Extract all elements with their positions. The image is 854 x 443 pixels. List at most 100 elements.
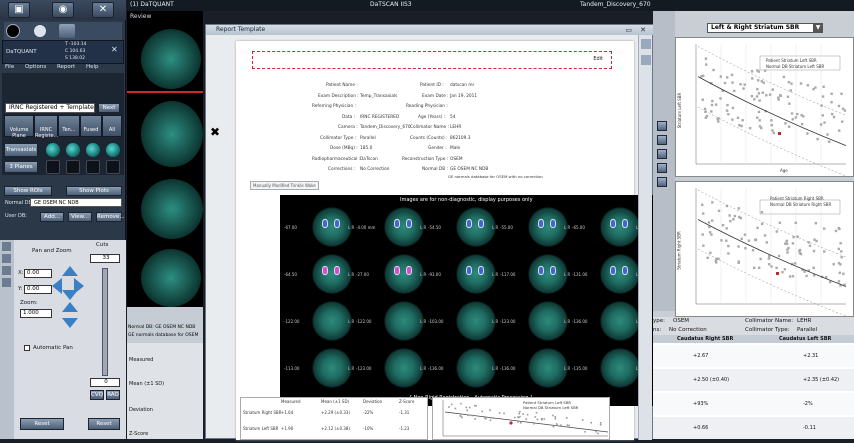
slice-image[interactable]	[384, 254, 424, 294]
slice-image[interactable]	[600, 301, 640, 341]
slice-label: -136.00	[572, 319, 588, 324]
slice-image[interactable]	[312, 348, 352, 388]
pan-icon[interactable]	[2, 266, 11, 275]
normal-db-point	[783, 268, 787, 271]
slice-image[interactable]	[312, 301, 352, 341]
x-field[interactable]: 0.00	[24, 269, 52, 278]
show-plots-button[interactable]: Show Plots	[66, 186, 122, 196]
chevron-down-icon[interactable]: ▼	[813, 23, 823, 33]
show-rois-button[interactable]: Show ROIs	[4, 186, 52, 196]
remove-db-button[interactable]: Remove...	[96, 212, 125, 222]
tab-fused[interactable]: Fused	[80, 115, 102, 137]
tab-manual[interactable]: Manually Modified Trinkle Wake	[250, 181, 319, 190]
slice-image[interactable]	[384, 301, 424, 341]
auto-pan-checkbox[interactable]	[24, 345, 30, 351]
camera-icon[interactable]: ◉	[52, 2, 74, 18]
plane-icon-4[interactable]	[106, 160, 120, 174]
next-button[interactable]: Next	[98, 103, 120, 113]
side-tool-3[interactable]	[657, 149, 667, 159]
minimize-icon[interactable]: ▭	[625, 25, 632, 35]
menu-file[interactable]: File	[5, 64, 14, 70]
slice-image[interactable]	[456, 254, 496, 294]
cvq-button[interactable]: CVQ	[90, 390, 104, 400]
tab-all[interactable]: All	[102, 115, 122, 137]
striatum-roi	[394, 219, 400, 228]
axial-slice-2[interactable]	[141, 101, 203, 167]
tab-volume-plane[interactable]: Volume Plane	[4, 115, 34, 139]
zoom-icon[interactable]	[2, 254, 11, 263]
mini-db-point	[525, 418, 528, 420]
slice-image[interactable]	[312, 207, 352, 247]
plane-icon-3[interactable]	[86, 160, 100, 174]
normal-db-point	[788, 102, 791, 105]
slice-image[interactable]	[600, 348, 640, 388]
slice-image[interactable]	[528, 254, 568, 294]
side-tool-1[interactable]	[657, 121, 667, 131]
cuts-field[interactable]: 33	[90, 254, 120, 263]
folder-icon[interactable]: ▣	[8, 2, 30, 18]
view-icon-2[interactable]	[66, 143, 80, 157]
report-scrollbar[interactable]	[638, 35, 652, 440]
measure-icon[interactable]	[2, 278, 11, 287]
reset-button[interactable]: Reset	[20, 418, 64, 430]
arrow-right-icon[interactable]	[74, 278, 84, 294]
side-tool-4[interactable]	[657, 163, 667, 173]
side-tool-5[interactable]	[657, 177, 667, 187]
close-icon[interactable]: ✕	[111, 45, 118, 54]
pointer-icon[interactable]	[2, 242, 11, 251]
view-icon-4[interactable]	[106, 143, 120, 157]
dial-icon[interactable]	[6, 24, 20, 38]
slice-image[interactable]	[600, 254, 640, 294]
plane-icon-2[interactable]	[66, 160, 80, 174]
disc-icon[interactable]	[34, 25, 46, 37]
slice-image[interactable]	[384, 348, 424, 388]
menu-options[interactable]: Options	[25, 64, 46, 70]
cuts-slider[interactable]	[102, 268, 108, 376]
reset2-button[interactable]: Reset	[88, 418, 120, 430]
arrow-up-icon[interactable]	[62, 266, 78, 276]
planes-button[interactable]: 3 Planes	[4, 161, 38, 173]
plane-icon-1[interactable]	[46, 160, 60, 174]
zoom-field[interactable]: 1.000	[20, 309, 52, 318]
chart-selector[interactable]: Left & Right Striatum SBR	[707, 23, 823, 33]
tab-ten[interactable]: Ten...	[58, 115, 80, 137]
tab-irnc[interactable]: IRNC Registe...	[34, 115, 58, 139]
slice-image[interactable]	[312, 254, 352, 294]
y-field[interactable]: 0.00	[24, 285, 52, 294]
tool-icon[interactable]	[59, 24, 75, 38]
scroll-thumb[interactable]	[641, 55, 651, 65]
tools-icon[interactable]: ✕	[92, 2, 114, 18]
slice-image[interactable]	[528, 301, 568, 341]
add-db-button[interactable]: Add...	[40, 212, 64, 222]
close-report-icon[interactable]: ✕	[640, 25, 646, 35]
zoom-in-icon[interactable]	[62, 302, 78, 312]
slice-image[interactable]	[456, 301, 496, 341]
close-x-icon[interactable]: ✖	[210, 125, 220, 139]
rao-button[interactable]: RAO	[106, 390, 120, 400]
normal-db-dropdown[interactable]: GE OSEM NC NDB	[30, 198, 122, 207]
axial-slice-4[interactable]	[141, 249, 201, 307]
slider-value[interactable]: 0	[90, 378, 120, 387]
side-tool-2[interactable]	[657, 135, 667, 145]
registration-dropdown[interactable]: IRNC Registered + Template	[5, 103, 95, 113]
menu-help[interactable]: Help	[86, 64, 99, 70]
slice-image[interactable]	[528, 207, 568, 247]
info-type-val: OSEM	[673, 318, 690, 324]
axial-slice-3[interactable]	[141, 179, 203, 239]
view-icon-3[interactable]	[86, 143, 100, 157]
arrow-left-icon[interactable]	[52, 278, 62, 294]
slice-image[interactable]	[456, 348, 496, 388]
mini-db-point	[492, 417, 495, 419]
axial-slice-1[interactable]	[141, 29, 201, 89]
slice-image[interactable]	[456, 207, 496, 247]
view-icon-1[interactable]	[46, 143, 60, 157]
pan-zoom-panel: Pan and Zoom X: 0.00 Y: 0.00 Zoom: 1.000…	[0, 240, 126, 439]
zoom-out-icon[interactable]	[62, 318, 78, 328]
slice-image[interactable]	[528, 348, 568, 388]
scroll-up-icon[interactable]	[641, 39, 651, 49]
slice-image[interactable]	[384, 207, 424, 247]
slice-image[interactable]	[600, 207, 640, 247]
menu-report[interactable]: Report	[57, 64, 75, 70]
transaxials-button[interactable]: Transaxials	[4, 143, 38, 157]
view-db-button[interactable]: View...	[68, 212, 92, 222]
